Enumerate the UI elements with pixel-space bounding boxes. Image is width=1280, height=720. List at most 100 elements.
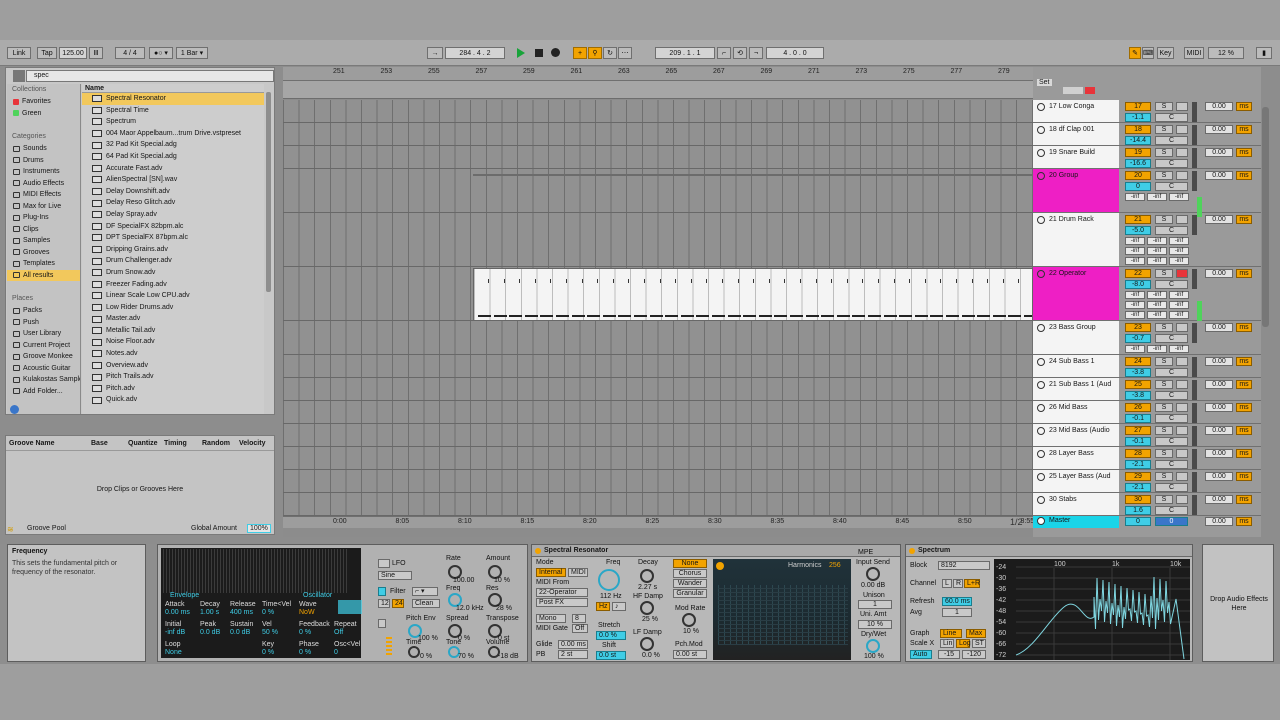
drop-effects-area[interactable]: Drop Audio Effects Here [1202, 544, 1274, 662]
list-item[interactable]: Quick.adv [82, 394, 264, 406]
solo-button[interactable]: S [1155, 472, 1173, 481]
sidebar-item-sounds[interactable]: Sounds [7, 143, 80, 155]
track-delay[interactable]: 0.00 [1205, 269, 1233, 278]
midi-button[interactable]: MIDI [568, 568, 588, 577]
delay-unit[interactable]: ms [1236, 472, 1252, 481]
res-freq-knob[interactable] [598, 569, 620, 591]
scale-log-button[interactable]: Log [956, 639, 971, 648]
arm-button[interactable] [1176, 426, 1188, 435]
track-volume[interactable]: -0.1 [1125, 414, 1151, 423]
mod-rate-knob[interactable] [682, 613, 696, 627]
sidebar-item-place[interactable]: Push [7, 317, 80, 329]
envelope-tab[interactable]: Envelope [170, 592, 199, 599]
master-ms[interactable]: ms [1236, 517, 1252, 526]
solo-button[interactable]: S [1155, 357, 1173, 366]
fold-icon[interactable] [1037, 381, 1045, 389]
arm-button[interactable] [1176, 102, 1188, 111]
solo-button[interactable]: S [1155, 323, 1173, 332]
solo-button[interactable]: S [1155, 269, 1173, 278]
inf-field[interactable]: -inf [1169, 193, 1189, 201]
track-lane[interactable] [283, 493, 1033, 516]
list-item[interactable]: Pitch Trails.adv [82, 371, 264, 383]
fold-icon[interactable] [1037, 270, 1045, 278]
arm-button[interactable] [1176, 495, 1188, 504]
list-item[interactable]: 64 Pad Kit Special.adg [82, 151, 264, 163]
groove-column-header[interactable]: Timing [164, 440, 187, 447]
track-lane[interactable] [283, 355, 1033, 378]
arm-button[interactable] [1176, 269, 1188, 278]
solo-button[interactable]: S [1155, 449, 1173, 458]
list-item[interactable]: Linear Scale Low CPU.adv [82, 290, 264, 302]
track-delay[interactable]: 0.00 [1205, 215, 1233, 224]
mpe-label[interactable]: MPE [858, 549, 873, 556]
sidebar-item-clips[interactable]: Clips [7, 224, 80, 236]
track-delay[interactable]: 0.00 [1205, 426, 1233, 435]
track-name-cell[interactable]: 22 Operator [1033, 267, 1119, 320]
track-activator[interactable]: 17 [1125, 102, 1151, 111]
sidebar-item-place[interactable]: Kulakostas Sample [7, 374, 80, 386]
sidebar-item-audio-effects[interactable]: Audio Effects [7, 178, 80, 190]
glide-field[interactable]: 0.00 ms [558, 640, 588, 649]
track-name-cell[interactable]: 18 df Clap 001 [1033, 123, 1119, 145]
track-volume[interactable]: 1.6 [1125, 506, 1151, 515]
record-button[interactable] [551, 48, 560, 57]
mono-button[interactable]: Mono [536, 614, 566, 623]
sidebar-item-max-for-live[interactable]: Max for Live [7, 201, 80, 213]
track-volume[interactable]: -16.6 [1125, 159, 1151, 168]
arm-button[interactable] [1176, 472, 1188, 481]
solo-button[interactable]: S [1155, 171, 1173, 180]
track-lane[interactable] [283, 378, 1033, 401]
mod-wander-button[interactable]: Wander [673, 579, 707, 588]
hz-button[interactable]: Hz [596, 602, 610, 611]
avg-field[interactable]: 1 [942, 608, 972, 617]
arm-button[interactable] [1176, 449, 1188, 458]
pan-field[interactable]: C [1155, 483, 1188, 492]
channel-r-button[interactable]: R [953, 579, 963, 588]
tap-button[interactable]: Tap [37, 47, 57, 59]
track-volume[interactable]: -8.0 [1125, 280, 1151, 289]
track-volume[interactable]: -0.7 [1125, 334, 1151, 343]
mod-chorus-button[interactable]: Chorus [673, 569, 707, 578]
track-delay[interactable]: 0.00 [1205, 323, 1233, 332]
track-lane[interactable] [283, 213, 1033, 267]
pan-field[interactable]: C [1155, 391, 1188, 400]
inf-field[interactable]: -inf [1125, 237, 1145, 245]
lfo-wave-menu[interactable]: Sine [378, 571, 412, 580]
inf-field[interactable]: -inf [1169, 311, 1189, 319]
track-volume[interactable]: -3.8 [1125, 391, 1151, 400]
track-activator[interactable]: 28 [1125, 449, 1151, 458]
list-item[interactable]: Metallic Tail.adv [82, 325, 264, 337]
delay-unit[interactable]: ms [1236, 449, 1252, 458]
fold-icon[interactable] [1037, 473, 1045, 481]
solo-button[interactable]: S [1155, 148, 1173, 157]
track-lane[interactable] [283, 321, 1033, 355]
groove-column-header[interactable]: Groove Name [9, 440, 55, 447]
pb-field[interactable]: 2 st [558, 650, 588, 659]
track-volume[interactable]: -2.1 [1125, 460, 1151, 469]
channel-lr-button[interactable]: L+R [964, 579, 980, 588]
groove-column-header[interactable]: Quantize [128, 440, 158, 447]
pan-field[interactable]: C [1155, 368, 1188, 377]
track-activator[interactable]: 20 [1125, 171, 1151, 180]
sidebar-item-drums[interactable]: Drums [7, 155, 80, 167]
arm-button[interactable] [1176, 323, 1188, 332]
arm-button[interactable] [1176, 380, 1188, 389]
delay-unit[interactable]: ms [1236, 426, 1252, 435]
fold-icon[interactable] [1037, 324, 1045, 332]
capture-icon[interactable]: ⋯ [618, 47, 632, 59]
stop-button[interactable] [535, 49, 543, 57]
beat-ruler[interactable]: 251 253 255 257 259 261 263 265 267 269 271 273 275 2… [283, 67, 1033, 81]
reenable-icon[interactable]: ↻ [603, 47, 617, 59]
list-item[interactable]: Dripping Grains.adv [82, 244, 264, 256]
track-name-cell[interactable]: 25 Layer Bass (Aud [1033, 470, 1119, 492]
attack-value[interactable]: 0.00 ms [165, 609, 190, 616]
sidebar-item-all-results[interactable]: All results [7, 269, 80, 281]
track-volume[interactable]: -0.1 [1125, 437, 1151, 446]
time-knob[interactable] [408, 646, 420, 658]
repeat-value[interactable]: Off [334, 629, 343, 636]
list-item[interactable]: 32 Pad Kit Special.adg [82, 139, 264, 151]
res-decay-value[interactable]: 2.27 s [638, 584, 657, 591]
list-item[interactable]: Notes.adv [82, 348, 264, 360]
groove-column-header[interactable]: Random [202, 440, 230, 447]
list-item[interactable]: Delay Reso Glitch.adv [82, 197, 264, 209]
